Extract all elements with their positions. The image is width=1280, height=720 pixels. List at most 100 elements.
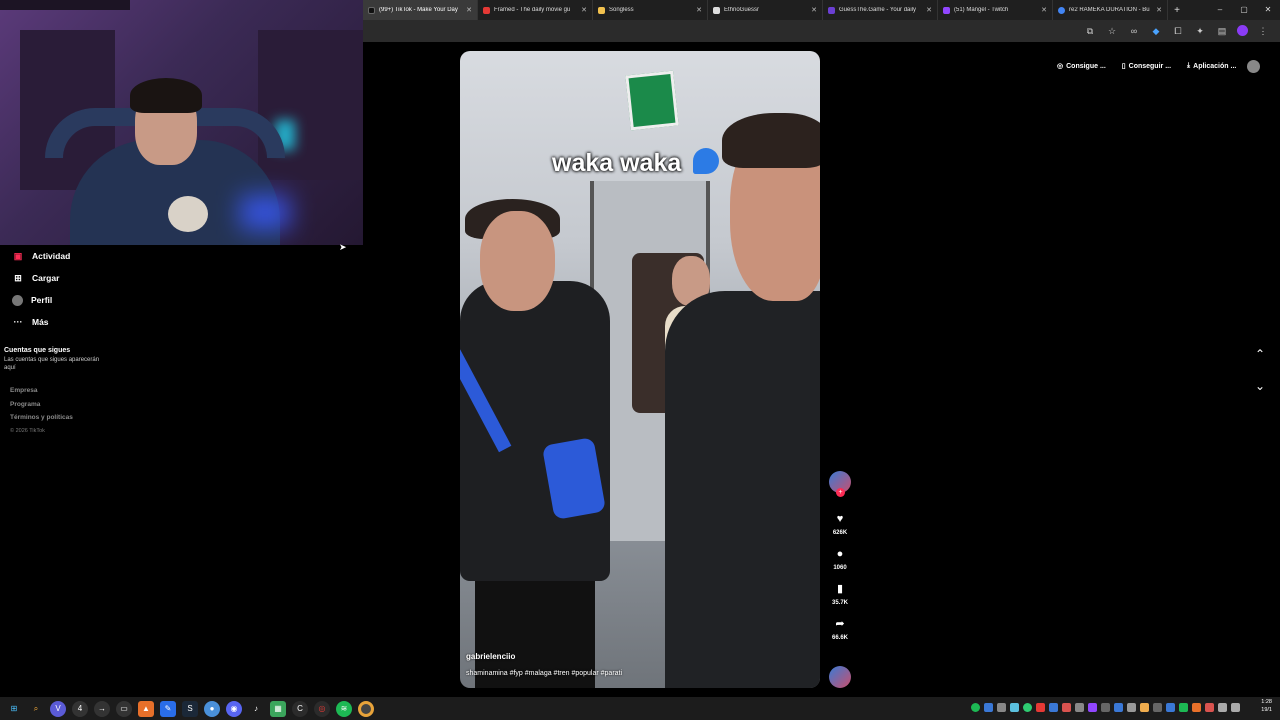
extension-shield-icon[interactable]: ◆ [1149,24,1163,38]
tray-app-icon[interactable] [1088,703,1097,712]
tab-close-icon[interactable]: ✕ [581,6,587,14]
app-sky-icon[interactable]: ● [204,700,220,717]
tray-app-icon[interactable] [1049,703,1058,712]
tab-guessthegame[interactable]: GuessThe.Game - Your daily ✕ [823,0,938,20]
tray-app-icon[interactable] [1166,703,1175,712]
footer-link-terminos[interactable]: Términos y políticas [10,414,120,428]
tray-app-icon[interactable] [1153,703,1162,712]
get-app-button[interactable]: ▯ Conseguir ... [1117,58,1176,74]
app-arrow-icon[interactable]: → [94,700,110,717]
tab-close-icon[interactable]: ✕ [696,6,702,14]
tab-songless[interactable]: Songless ✕ [593,0,708,20]
tray-volume-icon[interactable] [1231,703,1240,712]
tray-app-icon[interactable] [1114,703,1123,712]
vivaldi-icon[interactable]: V [50,700,66,717]
windows-taskbar: ⊞ ⌕ V 4 → ▭ ▲ ✎ S ● ◉ ♪ ▦ C ◎ ≋ 1:28 19/… [0,697,1280,720]
sidebar-item-cargar[interactable]: ⊞ Cargar [0,267,120,289]
app-green-icon[interactable]: ▦ [270,700,286,717]
tiktok-sidebar: ▣ Actividad ⊞ Cargar Perfil ··· Más Cuen… [0,245,120,434]
tray-app-icon[interactable] [1140,703,1149,712]
like-action[interactable]: ♥ 626K [826,511,854,536]
chrome-icon[interactable] [358,700,374,717]
heart-icon[interactable]: ♥ [826,511,854,527]
app-red-icon[interactable]: ◎ [314,700,330,717]
extension-link-icon[interactable]: ∞ [1127,24,1141,38]
share-action[interactable]: ➦ 66.6K [826,616,854,641]
user-avatar[interactable] [1247,59,1261,73]
tab-ethnoguessr[interactable]: EthnoGuessr ✕ [708,0,823,20]
tab-close-icon[interactable]: ✕ [1156,6,1162,14]
video-author[interactable]: gabrielenciio [466,652,515,661]
tray-app-icon[interactable] [1036,703,1045,712]
tray-app-icon[interactable] [1075,703,1084,712]
footer-link-programa[interactable]: Programa [10,401,120,415]
tab-twitch[interactable]: (51) Mangel - Twitch ✕ [938,0,1053,20]
new-tab-button[interactable]: + [1168,5,1186,16]
tray-network-icon[interactable] [1218,703,1227,712]
sidebar-item-label: Más [32,317,49,327]
tab-google[interactable]: re2 RAMEKA DURATION - Bu ✕ [1053,0,1168,20]
sidebar-item-label: Actividad [32,251,71,261]
sidebar-toggle-icon[interactable]: ▤ [1215,24,1229,38]
app-orange-icon[interactable]: ▲ [138,700,154,717]
tiktok-app-icon[interactable]: ♪ [248,701,264,717]
author-avatar[interactable]: + [829,471,851,497]
save-action[interactable]: ▮ 35.7K [826,581,854,606]
tray-app-icon[interactable] [1062,703,1071,712]
sidebar-item-perfil[interactable]: Perfil [0,289,120,311]
tab-close-icon[interactable]: ✕ [811,6,817,14]
follow-plus-icon[interactable]: + [836,488,845,497]
get-coins-button[interactable]: ◎ Consigue ... [1052,58,1111,74]
share-arrow-icon[interactable]: ➦ [826,616,854,632]
search-icon[interactable]: ⌕ [28,701,44,717]
install-app-icon[interactable]: ⧉ [1083,24,1097,38]
tab-close-icon[interactable]: ✕ [466,6,472,14]
app-controller-icon[interactable]: ▭ [116,700,132,717]
close-window-button[interactable]: ✕ [1256,0,1280,20]
sound-avatar[interactable] [829,666,851,688]
reading-list-icon[interactable]: ✦ [1193,24,1207,38]
following-title: Cuentas que sigues [4,347,71,354]
steam-icon[interactable]: S [182,700,198,717]
tab-framed[interactable]: Framed - The daily movie gu ✕ [478,0,593,20]
minimize-button[interactable]: – [1208,0,1232,20]
tray-app-icon[interactable] [1010,703,1019,712]
tray-mic-icon[interactable] [1205,703,1214,712]
comment-icon[interactable]: ● [826,546,854,562]
tab-tiktok[interactable]: (99+) TikTok - Make Your Day ✕ [363,0,478,20]
app-blue-icon[interactable]: ✎ [160,700,176,717]
taskbar-clock[interactable]: 1:28 19/1 [1261,699,1272,714]
app-circle-c-icon[interactable]: C [292,700,308,717]
twitch-favicon-icon [943,6,950,14]
spotify-icon[interactable]: ≋ [336,700,352,717]
desktop-app-button[interactable]: ⤓ Aplicación ... [1182,58,1241,74]
tray-app-icon[interactable] [997,703,1006,712]
sidebar-item-mas[interactable]: ··· Más [0,311,120,333]
ethnoguessr-favicon-icon [713,6,720,14]
windows-start-icon[interactable]: ⊞ [6,701,22,717]
discord-icon[interactable]: ◉ [226,700,242,717]
extensions-puzzle-icon[interactable]: ⧠ [1171,24,1185,38]
tray-app-icon[interactable] [984,703,993,712]
bookmark-icon[interactable]: ▮ [826,581,854,597]
footer-link-empresa[interactable]: Empresa [10,387,120,401]
tray-app-icon[interactable] [1023,703,1032,712]
profile-avatar-icon[interactable] [1237,25,1248,36]
video-player[interactable]: waka waka gabrielenciio shaminamina #fyp… [460,51,820,688]
comment-action[interactable]: ● 1060 [826,546,854,571]
maximize-button[interactable]: ▢ [1232,0,1256,20]
next-video-chevron-down-icon[interactable]: ⌄ [1252,378,1268,394]
tray-app-icon[interactable] [1179,703,1188,712]
previous-video-chevron-up-icon[interactable]: ⌃ [1252,346,1268,362]
tab-close-icon[interactable]: ✕ [926,6,932,14]
sidebar-item-actividad[interactable]: ▣ Actividad [0,245,120,267]
menu-kebab-icon[interactable]: ⋮ [1256,24,1270,38]
tray-app-icon[interactable] [1101,703,1110,712]
tab-close-icon[interactable]: ✕ [1041,6,1047,14]
app-4k-icon[interactable]: 4 [72,700,88,717]
video-description[interactable]: shaminamina #fyp #malaga #tren #popular … [466,670,622,677]
tray-app-icon[interactable] [1192,703,1201,712]
tray-app-icon[interactable] [1127,703,1136,712]
bookmark-star-icon[interactable]: ☆ [1105,24,1119,38]
tray-spotify-icon[interactable] [971,703,980,712]
